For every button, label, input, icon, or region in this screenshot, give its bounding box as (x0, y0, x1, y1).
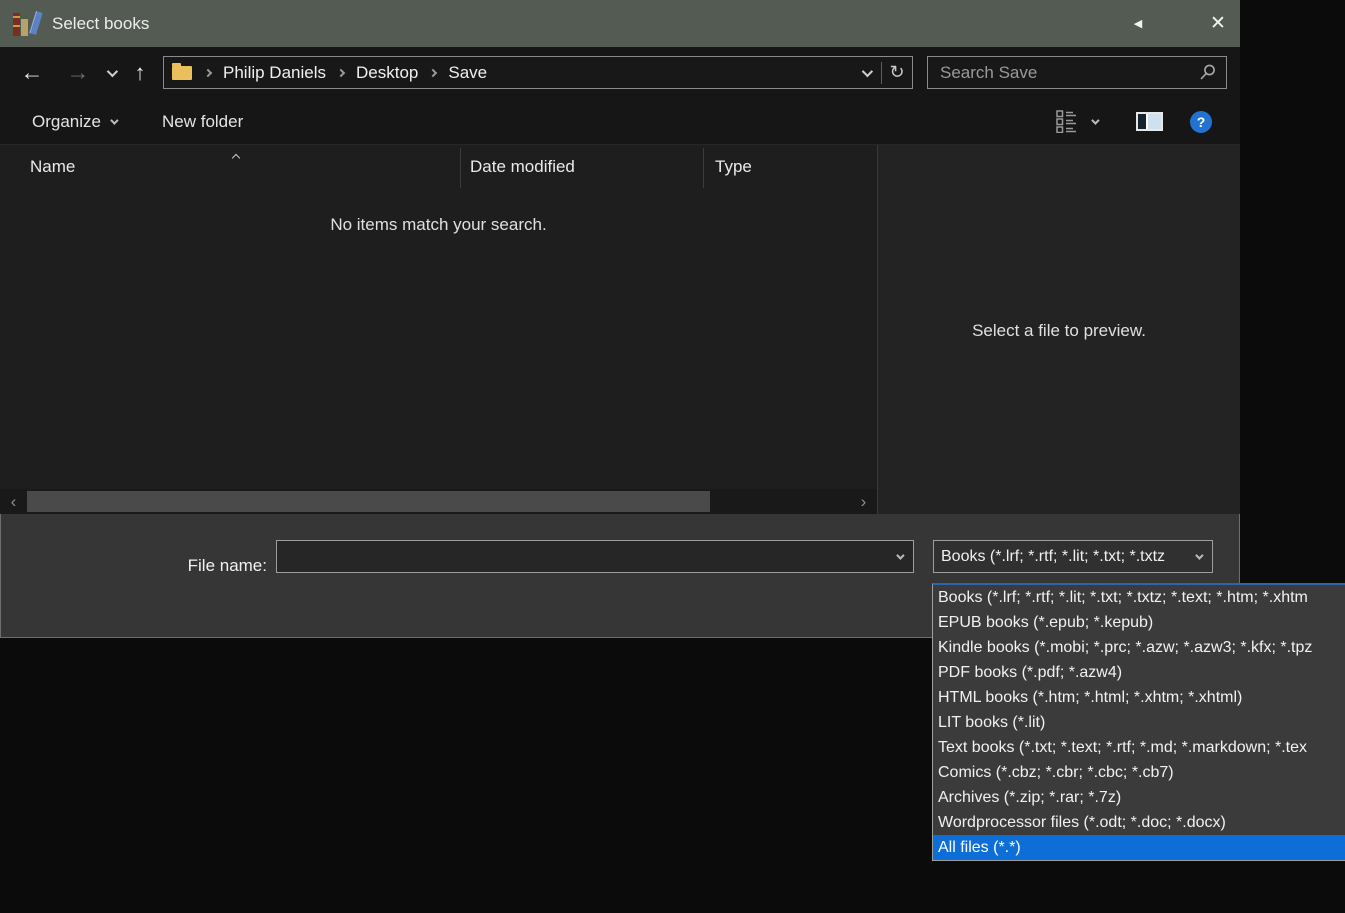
preview-pane: Select a file to preview. (878, 145, 1240, 514)
title-bar: Select books ◀ ✕ (0, 0, 1240, 47)
file-type-option[interactable]: Text books (*.txt; *.text; *.rtf; *.md; … (933, 735, 1345, 760)
books-app-icon (12, 10, 43, 37)
organize-button[interactable]: Organize (32, 98, 119, 145)
file-type-option[interactable]: HTML books (*.htm; *.html; *.xhtm; *.xht… (933, 685, 1345, 710)
help-icon: ? (1190, 110, 1212, 133)
select-books-dialog: Select books ◀ ✕ ← → ↑ Philip Daniels De… (0, 0, 1240, 638)
file-list-pane: Name Date modified Type No items match y… (0, 145, 877, 514)
chevron-down-icon (896, 550, 905, 560)
file-name-combobox (276, 540, 914, 573)
refresh-icon: ↻ (889, 62, 905, 82)
chevron-down-icon (1091, 115, 1100, 125)
window-title: Select books (52, 13, 150, 33)
breadcrumb-item-save[interactable]: Save (439, 63, 496, 83)
file-name-label: File name: (187, 556, 267, 575)
breadcrumb-chevron-icon[interactable] (202, 68, 214, 77)
address-dropdown-button[interactable] (851, 57, 881, 88)
chevron-down-icon (1184, 550, 1212, 560)
column-header-name[interactable]: Name (30, 145, 75, 189)
scrollbar-thumb[interactable] (27, 491, 710, 512)
titlebar-collapse-icon[interactable]: ◀ (1128, 0, 1148, 47)
file-type-option-selected[interactable]: All files (*.*) (933, 835, 1345, 860)
horizontal-scrollbar[interactable]: ‹ › (0, 489, 877, 514)
column-header-date-modified[interactable]: Date modified (470, 145, 575, 189)
help-button[interactable]: ? (1190, 98, 1212, 145)
file-type-option[interactable]: Wordprocessor files (*.odt; *.doc; *.doc… (933, 810, 1345, 835)
file-type-combobox[interactable]: Books (*.lrf; *.rtf; *.lit; *.txt; *.txt… (933, 540, 1213, 573)
column-divider[interactable] (460, 148, 461, 188)
file-name-input[interactable] (277, 546, 885, 567)
file-type-dropdown-list: Books (*.lrf; *.rtf; *.lit; *.txt; *.txt… (932, 583, 1345, 861)
file-type-option[interactable]: Archives (*.zip; *.rar; *.7z) (933, 785, 1345, 810)
scroll-left-button[interactable]: ‹ (0, 489, 27, 514)
new-folder-button[interactable]: New folder (162, 98, 243, 145)
column-divider[interactable] (703, 148, 704, 188)
navigation-bar: ← → ↑ Philip Daniels Desktop Save ↻ (0, 47, 1240, 98)
preview-pane-button[interactable] (1136, 98, 1163, 145)
breadcrumb-item-user[interactable]: Philip Daniels (214, 63, 335, 83)
empty-state-text: No items match your search. (330, 215, 547, 234)
chevron-down-icon (110, 115, 119, 125)
back-button[interactable]: ← (14, 47, 50, 98)
chevron-down-icon (106, 65, 119, 77)
breadcrumb-chevron-icon[interactable] (427, 68, 439, 77)
breadcrumb-item-desktop[interactable]: Desktop (347, 63, 427, 83)
file-type-option[interactable]: EPUB books (*.epub; *.kepub) (933, 610, 1345, 635)
scroll-right-button[interactable]: › (850, 489, 877, 514)
preview-placeholder-text: Select a file to preview. (972, 321, 1146, 340)
sort-ascending-icon (231, 148, 241, 166)
file-type-option[interactable]: Books (*.lrf; *.rtf; *.lit; *.txt; *.txt… (933, 585, 1345, 610)
file-type-option[interactable]: Comics (*.cbz; *.cbr; *.cbc; *.cb7) (933, 760, 1345, 785)
file-name-dropdown-button[interactable] (885, 550, 913, 560)
folder-icon (172, 62, 192, 80)
file-type-option[interactable]: PDF books (*.pdf; *.azw4) (933, 660, 1345, 685)
forward-button[interactable]: → (60, 47, 96, 98)
breadcrumb-chevron-icon[interactable] (335, 68, 347, 77)
list-view-icon (1056, 110, 1076, 133)
preview-pane-icon (1136, 112, 1163, 131)
file-type-option[interactable]: LIT books (*.lit) (933, 710, 1345, 735)
file-type-value: Books (*.lrf; *.rtf; *.lit; *.txt; *.txt… (941, 547, 1166, 565)
search-icon[interactable] (1199, 64, 1216, 81)
organize-label: Organize (32, 111, 101, 131)
file-type-option[interactable]: Kindle books (*.mobi; *.prc; *.azw; *.az… (933, 635, 1345, 660)
main-area: Name Date modified Type No items match y… (0, 145, 1240, 514)
refresh-button[interactable]: ↻ (882, 57, 912, 88)
close-button[interactable]: ✕ (1196, 0, 1240, 47)
command-bar: Organize New folder ? (0, 98, 1240, 145)
recent-locations-button[interactable] (100, 47, 122, 98)
new-folder-label: New folder (162, 111, 244, 131)
search-box (927, 56, 1227, 89)
up-button[interactable]: ↑ (124, 47, 156, 98)
change-view-button[interactable] (1056, 98, 1100, 145)
search-input[interactable] (928, 62, 1189, 83)
chevron-down-icon (861, 65, 874, 77)
column-header-type[interactable]: Type (715, 145, 752, 189)
address-bar[interactable]: Philip Daniels Desktop Save ↻ (163, 56, 913, 89)
